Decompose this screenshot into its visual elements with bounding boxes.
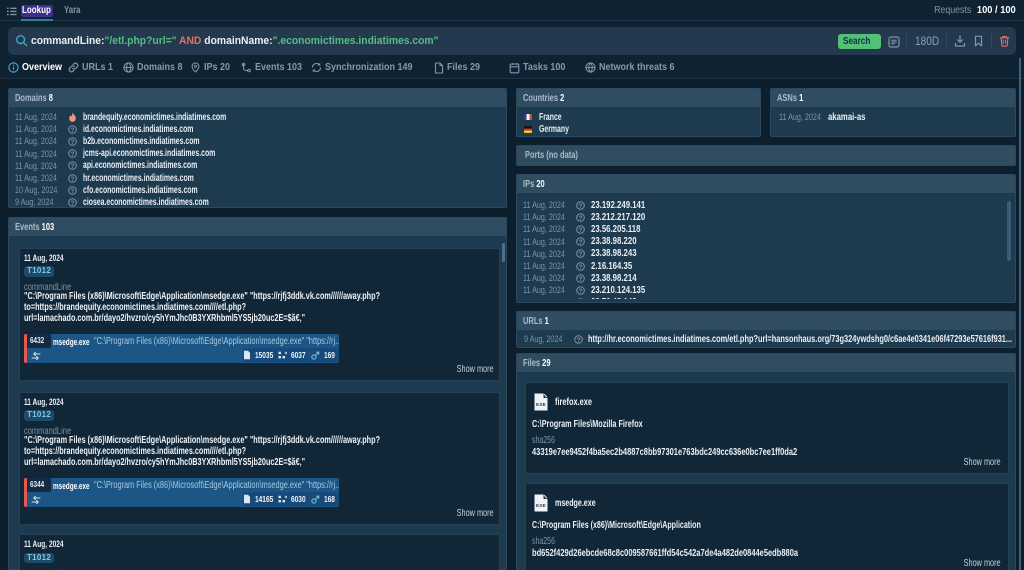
svg-text:?: ?	[579, 276, 583, 283]
svg-text:?: ?	[71, 188, 75, 195]
svg-text:EXE: EXE	[536, 402, 546, 407]
svg-text:?: ?	[579, 239, 583, 246]
svg-text:?: ?	[71, 139, 75, 146]
svg-text:?: ?	[579, 202, 583, 209]
svg-text:?: ?	[579, 288, 583, 295]
svg-text:?: ?	[71, 163, 75, 170]
svg-text:?: ?	[71, 200, 75, 207]
svg-text:?: ?	[579, 251, 583, 258]
svg-text:?: ?	[71, 151, 75, 158]
svg-text:?: ?	[71, 175, 75, 182]
svg-text:?: ?	[71, 127, 75, 134]
svg-text:?: ?	[579, 227, 583, 234]
svg-text:?: ?	[579, 215, 583, 222]
svg-text:?: ?	[579, 263, 583, 270]
svg-text:EXE: EXE	[536, 503, 546, 508]
svg-text:?: ?	[577, 336, 581, 343]
